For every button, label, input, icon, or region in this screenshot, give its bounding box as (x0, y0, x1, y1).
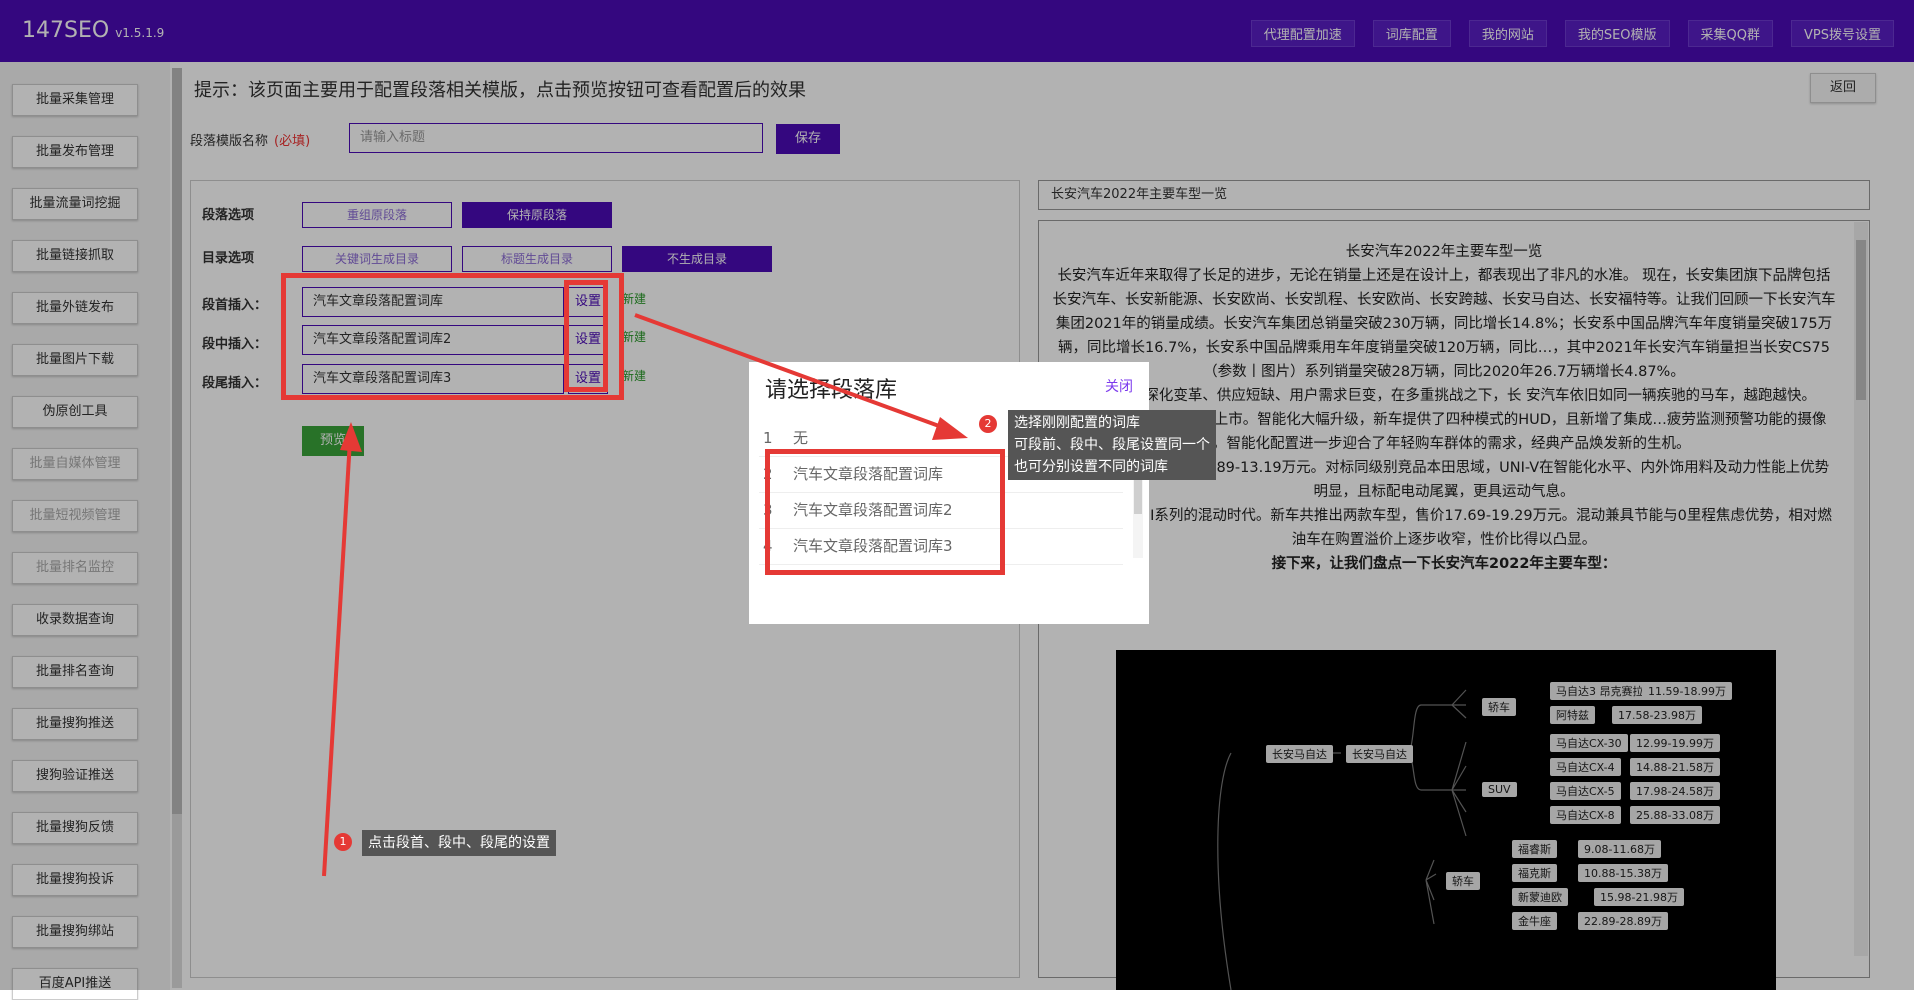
annotation-tip-2: 选择刚刚配置的词库 可段前、段中、段尾设置同一个 也可分别设置不同的词库 (1008, 410, 1216, 480)
annotation-badge-2: 2 (979, 415, 997, 433)
annotation-arrows (322, 313, 968, 877)
annotation-badge-1: 1 (334, 833, 352, 851)
annotation-tip-1: 点击段首、段中、段尾的设置 (362, 830, 556, 856)
